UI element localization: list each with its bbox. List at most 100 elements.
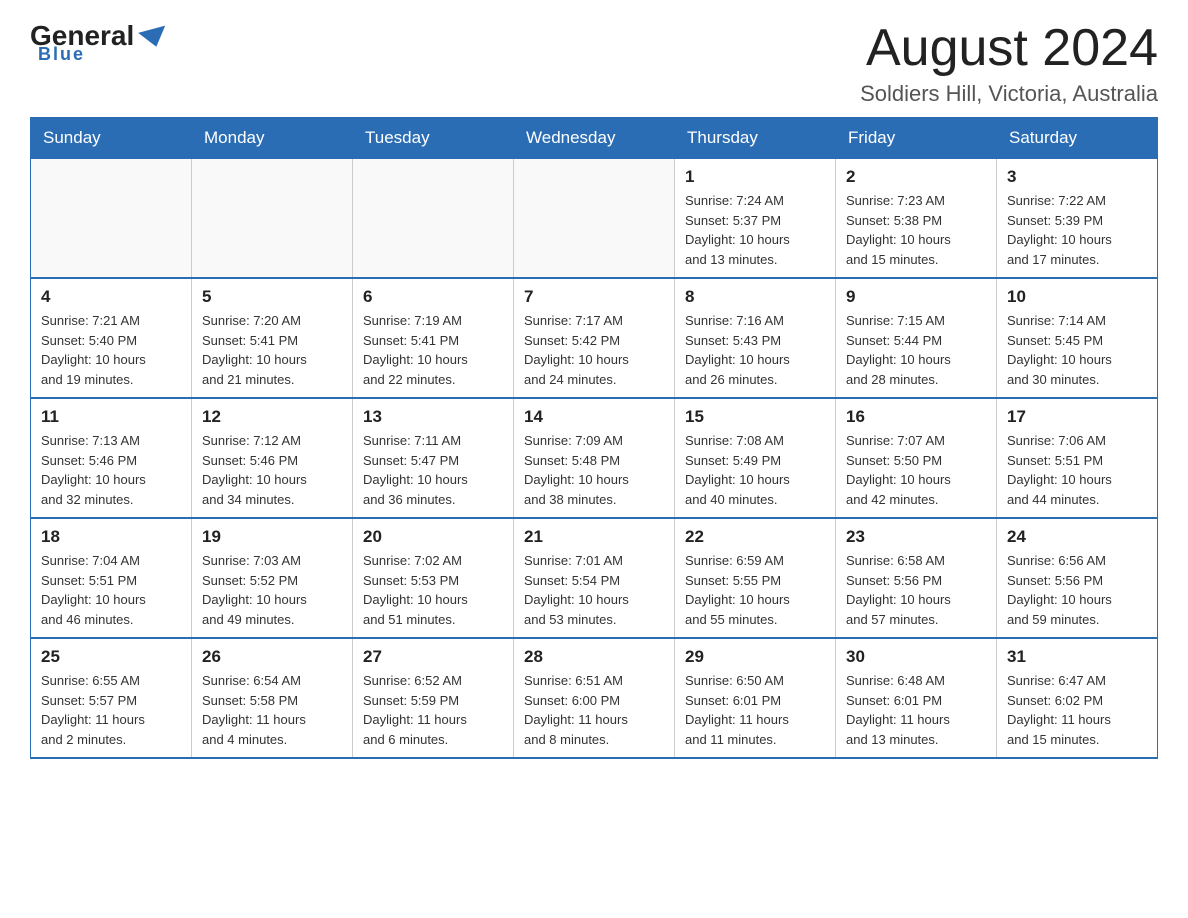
calendar-week-row: 18Sunrise: 7:04 AMSunset: 5:51 PMDayligh… [31, 518, 1158, 638]
calendar-cell: 3Sunrise: 7:22 AMSunset: 5:39 PMDaylight… [997, 159, 1158, 279]
calendar-cell: 7Sunrise: 7:17 AMSunset: 5:42 PMDaylight… [514, 278, 675, 398]
logo: General Blue [30, 20, 172, 65]
day-number: 10 [1007, 287, 1147, 307]
day-info: Sunrise: 6:52 AMSunset: 5:59 PMDaylight:… [363, 671, 503, 749]
day-info: Sunrise: 6:47 AMSunset: 6:02 PMDaylight:… [1007, 671, 1147, 749]
calendar-cell [353, 159, 514, 279]
day-info: Sunrise: 7:23 AMSunset: 5:38 PMDaylight:… [846, 191, 986, 269]
day-number: 29 [685, 647, 825, 667]
day-number: 21 [524, 527, 664, 547]
day-info: Sunrise: 7:16 AMSunset: 5:43 PMDaylight:… [685, 311, 825, 389]
calendar-cell: 18Sunrise: 7:04 AMSunset: 5:51 PMDayligh… [31, 518, 192, 638]
day-info: Sunrise: 6:50 AMSunset: 6:01 PMDaylight:… [685, 671, 825, 749]
day-number: 26 [202, 647, 342, 667]
day-number: 23 [846, 527, 986, 547]
logo-blue: Blue [38, 44, 85, 65]
calendar-cell: 11 Sunrise: 7:13 AMSunset: 5:46 PMDayligh… [31, 398, 192, 518]
calendar-cell: 22 Sunrise: 6:59 AMSunset: 5:55 PMDayligh… [675, 518, 836, 638]
day-number: 12 [202, 407, 342, 427]
day-number: 27 [363, 647, 503, 667]
day-number: 22 [685, 527, 825, 547]
calendar-cell: 21 Sunrise: 7:01 AMSunset: 5:54 PMDayligh… [514, 518, 675, 638]
day-number: 19 [202, 527, 342, 547]
day-info: Sunrise: 7:21 AMSunset: 5:40 PMDaylight:… [41, 311, 181, 389]
day-number: 6 [363, 287, 503, 307]
day-info: Sunrise: 7:09 AMSunset: 5:48 PMDaylight:… [524, 431, 664, 509]
day-info: Sunrise: 6:54 AMSunset: 5:58 PMDaylight:… [202, 671, 342, 749]
day-info: Sunrise: 7:20 AMSunset: 5:41 PMDaylight:… [202, 311, 342, 389]
day-info: Sunrise: 7:06 AMSunset: 5:51 PMDaylight:… [1007, 431, 1147, 509]
day-number: 15 [685, 407, 825, 427]
day-info: Sunrise: 6:56 AMSunset: 5:56 PMDaylight:… [1007, 551, 1147, 629]
day-info: Sunrise: 7:12 AMSunset: 5:46 PMDaylight:… [202, 431, 342, 509]
day-info: Sunrise: 6:55 AMSunset: 5:57 PMDaylight:… [41, 671, 181, 749]
calendar-cell [192, 159, 353, 279]
day-number: 13 [363, 407, 503, 427]
calendar-cell: 2 Sunrise: 7:23 AMSunset: 5:38 PMDaylight… [836, 159, 997, 279]
day-info: Sunrise: 6:59 AMSunset: 5:55 PMDaylight:… [685, 551, 825, 629]
calendar-header-monday: Monday [192, 118, 353, 159]
calendar-header-sunday: Sunday [31, 118, 192, 159]
calendar-cell: 1 Sunrise: 7:24 AMSunset: 5:37 PMDaylight… [675, 159, 836, 279]
title-block: August 2024 Soldiers Hill, Victoria, Aus… [860, 20, 1158, 107]
day-number: 16 [846, 407, 986, 427]
day-number: 1 [685, 167, 825, 187]
day-number: 8 [685, 287, 825, 307]
calendar-cell: 4 Sunrise: 7:21 AMSunset: 5:40 PMDaylight… [31, 278, 192, 398]
calendar-header-row: SundayMondayTuesdayWednesdayThursdayFrid… [31, 118, 1158, 159]
calendar-cell: 15 Sunrise: 7:08 AMSunset: 5:49 PMDayligh… [675, 398, 836, 518]
calendar-header-friday: Friday [836, 118, 997, 159]
day-number: 11 [41, 407, 181, 427]
calendar-cell: 12 Sunrise: 7:12 AMSunset: 5:46 PMDayligh… [192, 398, 353, 518]
calendar-cell [31, 159, 192, 279]
calendar-cell: 6 Sunrise: 7:19 AMSunset: 5:41 PMDaylight… [353, 278, 514, 398]
day-info: Sunrise: 7:02 AMSunset: 5:53 PMDaylight:… [363, 551, 503, 629]
day-info: Sunrise: 7:14 AMSunset: 5:45 PMDaylight:… [1007, 311, 1147, 389]
day-number: 4 [41, 287, 181, 307]
day-number: 9 [846, 287, 986, 307]
calendar-week-row: 1 Sunrise: 7:24 AMSunset: 5:37 PMDaylight… [31, 159, 1158, 279]
page-header: General Blue August 2024 Soldiers Hill, … [30, 20, 1158, 107]
day-info: Sunrise: 7:08 AMSunset: 5:49 PMDaylight:… [685, 431, 825, 509]
calendar-cell: 19 Sunrise: 7:03 AMSunset: 5:52 PMDayligh… [192, 518, 353, 638]
calendar-header-saturday: Saturday [997, 118, 1158, 159]
day-info: Sunrise: 7:01 AMSunset: 5:54 PMDaylight:… [524, 551, 664, 629]
day-number: 28 [524, 647, 664, 667]
calendar-cell: 8 Sunrise: 7:16 AMSunset: 5:43 PMDaylight… [675, 278, 836, 398]
calendar-cell: 14 Sunrise: 7:09 AMSunset: 5:48 PMDayligh… [514, 398, 675, 518]
day-number: 18 [41, 527, 181, 547]
calendar-cell: 20 Sunrise: 7:02 AMSunset: 5:53 PMDayligh… [353, 518, 514, 638]
day-number: 5 [202, 287, 342, 307]
day-info: Sunrise: 7:24 AMSunset: 5:37 PMDaylight:… [685, 191, 825, 269]
calendar-cell: 23 Sunrise: 6:58 AMSunset: 5:56 PMDayligh… [836, 518, 997, 638]
calendar-cell [514, 159, 675, 279]
calendar-week-row: 25Sunrise: 6:55 AMSunset: 5:57 PMDayligh… [31, 638, 1158, 758]
calendar-cell: 9Sunrise: 7:15 AMSunset: 5:44 PMDaylight… [836, 278, 997, 398]
day-info: Sunrise: 7:17 AMSunset: 5:42 PMDaylight:… [524, 311, 664, 389]
day-number: 20 [363, 527, 503, 547]
day-info: Sunrise: 7:11 AMSunset: 5:47 PMDaylight:… [363, 431, 503, 509]
calendar-header-thursday: Thursday [675, 118, 836, 159]
calendar-cell: 13 Sunrise: 7:11 AMSunset: 5:47 PMDayligh… [353, 398, 514, 518]
day-info: Sunrise: 7:19 AMSunset: 5:41 PMDaylight:… [363, 311, 503, 389]
calendar-cell: 10 Sunrise: 7:14 AMSunset: 5:45 PMDayligh… [997, 278, 1158, 398]
day-number: 3 [1007, 167, 1147, 187]
page-title: August 2024 [860, 20, 1158, 77]
calendar-cell: 31 Sunrise: 6:47 AMSunset: 6:02 PMDayligh… [997, 638, 1158, 758]
day-info: Sunrise: 6:51 AMSunset: 6:00 PMDaylight:… [524, 671, 664, 749]
day-info: Sunrise: 7:03 AMSunset: 5:52 PMDaylight:… [202, 551, 342, 629]
calendar-week-row: 11 Sunrise: 7:13 AMSunset: 5:46 PMDayligh… [31, 398, 1158, 518]
day-info: Sunrise: 7:07 AMSunset: 5:50 PMDaylight:… [846, 431, 986, 509]
day-info: Sunrise: 7:13 AMSunset: 5:46 PMDaylight:… [41, 431, 181, 509]
day-number: 14 [524, 407, 664, 427]
day-info: Sunrise: 6:58 AMSunset: 5:56 PMDaylight:… [846, 551, 986, 629]
calendar-table: SundayMondayTuesdayWednesdayThursdayFrid… [30, 117, 1158, 759]
day-number: 2 [846, 167, 986, 187]
calendar-cell: 25Sunrise: 6:55 AMSunset: 5:57 PMDayligh… [31, 638, 192, 758]
calendar-cell: 5 Sunrise: 7:20 AMSunset: 5:41 PMDaylight… [192, 278, 353, 398]
calendar-cell: 29 Sunrise: 6:50 AMSunset: 6:01 PMDayligh… [675, 638, 836, 758]
day-number: 31 [1007, 647, 1147, 667]
calendar-cell: 27 Sunrise: 6:52 AMSunset: 5:59 PMDayligh… [353, 638, 514, 758]
calendar-cell: 28 Sunrise: 6:51 AMSunset: 6:00 PMDayligh… [514, 638, 675, 758]
calendar-header-wednesday: Wednesday [514, 118, 675, 159]
